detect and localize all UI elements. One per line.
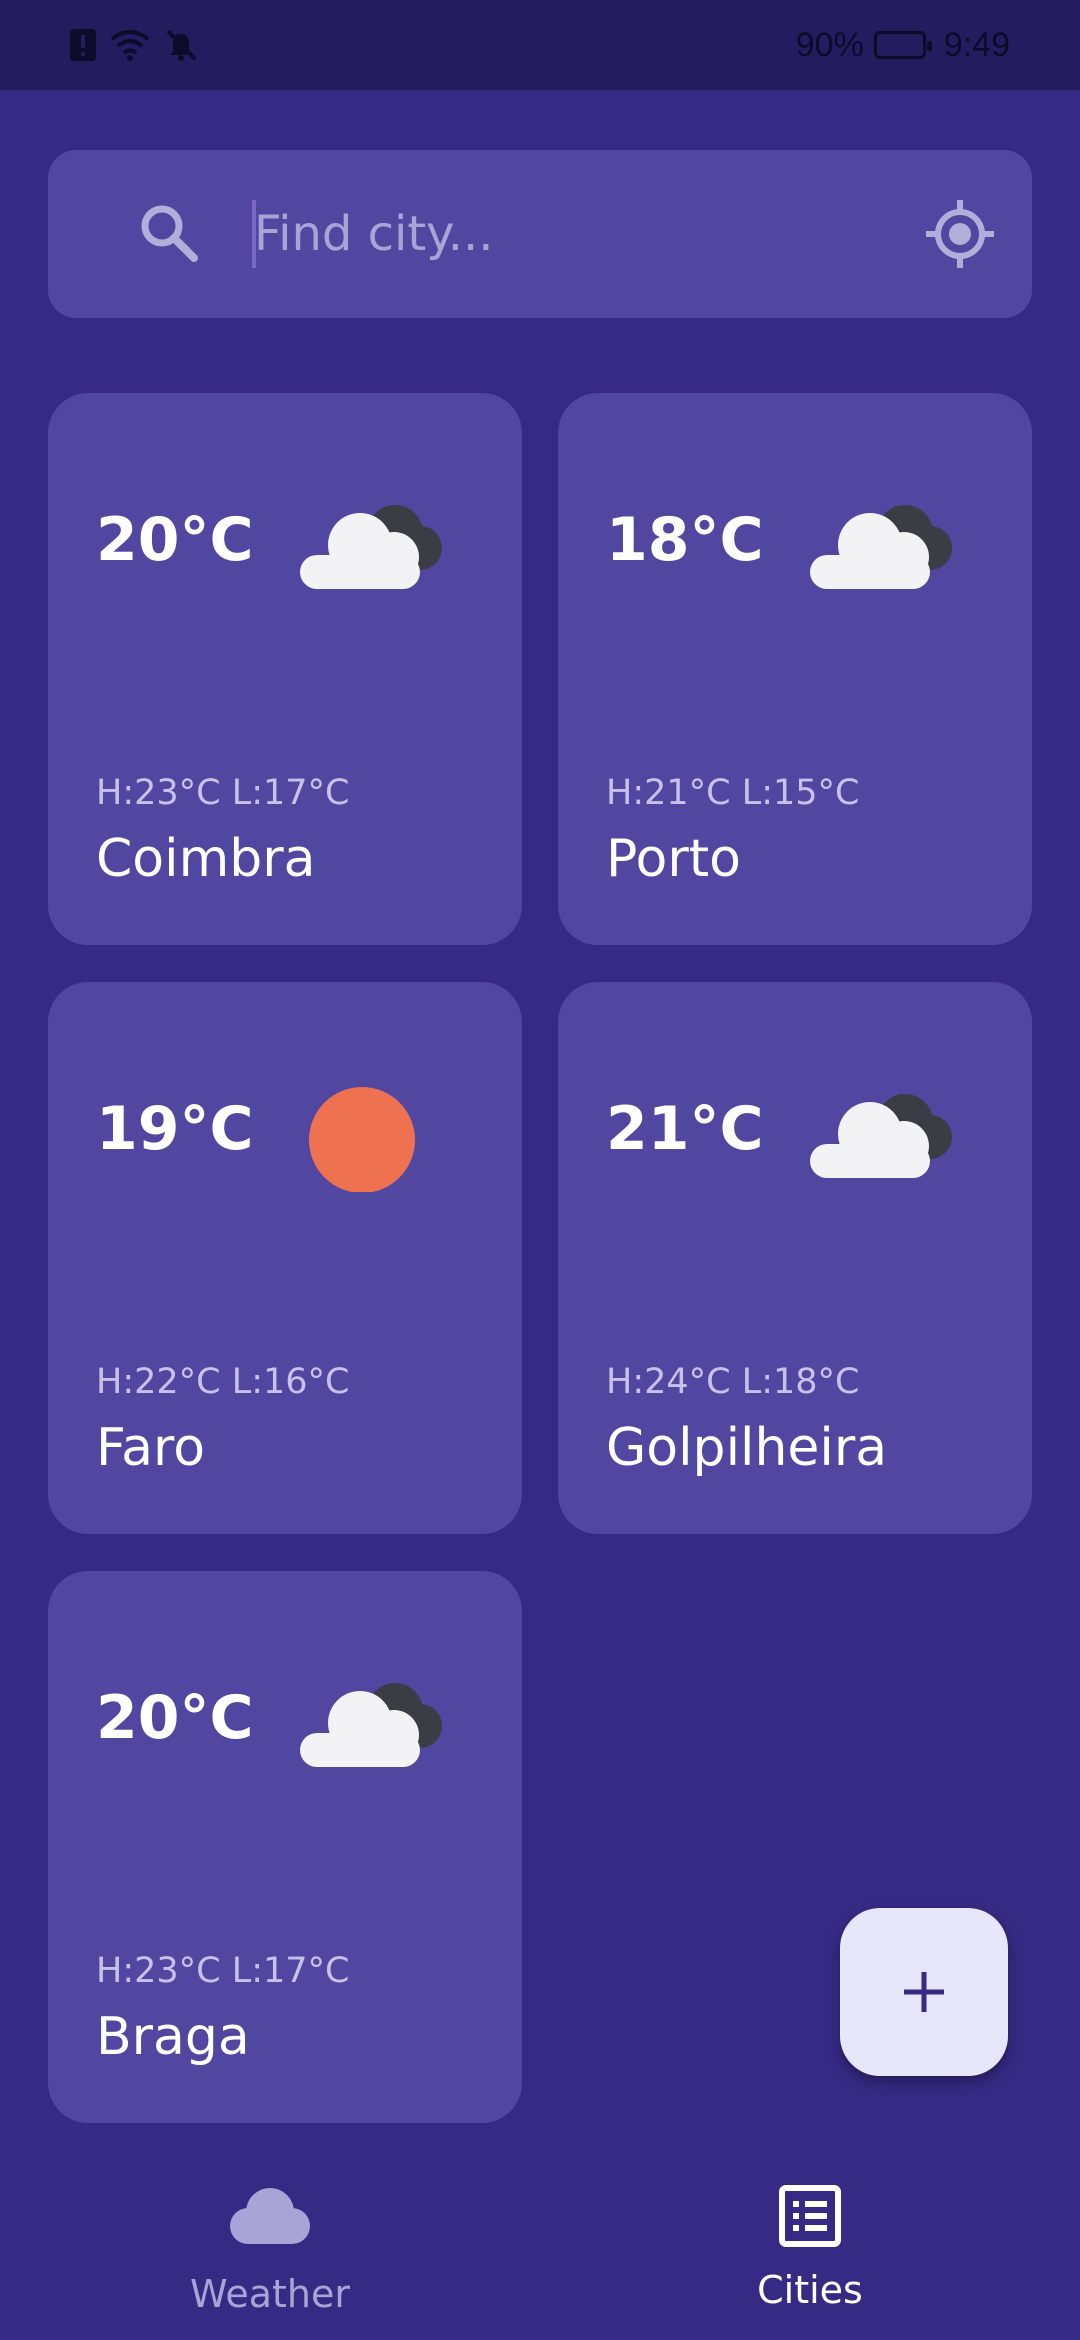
nav-label-weather: Weather xyxy=(190,2272,350,2316)
city-card-golpilheira[interactable]: 21°C H:24°C L:18°C Golpilheira xyxy=(558,982,1032,1534)
city-name: Braga xyxy=(96,2007,250,2067)
city-card-faro[interactable]: 19°C H:22°C L:16°C Faro xyxy=(48,982,522,1534)
city-temperature: 20°C xyxy=(96,505,254,575)
nav-item-weather[interactable]: Weather xyxy=(0,2160,540,2340)
cloudy-icon xyxy=(810,505,952,589)
cloudy-icon xyxy=(300,1683,442,1767)
city-name: Coimbra xyxy=(96,829,316,889)
city-name: Porto xyxy=(606,829,741,889)
city-temperature: 21°C xyxy=(606,1094,764,1164)
city-high-low: H:22°C L:16°C xyxy=(96,1362,350,1402)
my-location-icon[interactable] xyxy=(924,198,996,270)
cloud-icon xyxy=(230,2188,310,2244)
bell-off-icon xyxy=(166,29,197,61)
city-high-low: H:23°C L:17°C xyxy=(96,1951,350,1991)
sunny-icon xyxy=(309,1087,415,1192)
cloudy-icon xyxy=(300,505,442,589)
status-time: 9:49 xyxy=(943,25,1010,64)
cloudy-icon xyxy=(810,1094,952,1178)
status-right: 90% 9:49 xyxy=(796,22,1010,68)
city-temperature: 18°C xyxy=(606,505,764,575)
list-icon xyxy=(779,2185,841,2247)
battery-percent: 90% xyxy=(795,25,864,64)
add-city-button[interactable] xyxy=(840,1908,1008,2076)
city-high-low: H:24°C L:18°C xyxy=(606,1362,860,1402)
search-bar[interactable] xyxy=(48,150,1032,318)
city-name: Golpilheira xyxy=(606,1418,888,1478)
bottom-nav: Weather Cities xyxy=(0,2160,1080,2340)
status-bar: 90% 9:49 xyxy=(0,0,1080,90)
city-high-low: H:23°C L:17°C xyxy=(96,773,350,813)
city-card-porto[interactable]: 18°C H:21°C L:15°C Porto xyxy=(558,393,1032,945)
city-high-low: H:21°C L:15°C xyxy=(606,773,860,813)
wifi-icon xyxy=(110,30,150,61)
search-input[interactable] xyxy=(248,194,928,274)
nav-label-cities: Cities xyxy=(757,2268,863,2312)
city-name: Faro xyxy=(96,1418,206,1478)
city-temperature: 19°C xyxy=(96,1094,254,1164)
city-card-braga[interactable]: 20°C H:23°C L:17°C Braga xyxy=(48,1571,522,2123)
nav-item-cities[interactable]: Cities xyxy=(540,2160,1080,2340)
search-icon[interactable] xyxy=(136,200,204,268)
city-card-coimbra[interactable]: 20°C H:23°C L:17°C Coimbra xyxy=(48,393,522,945)
plus-icon xyxy=(904,1972,944,2012)
alert-icon xyxy=(70,29,96,61)
city-temperature: 20°C xyxy=(96,1683,254,1753)
status-left xyxy=(70,22,198,68)
battery-charging-icon xyxy=(873,31,932,59)
